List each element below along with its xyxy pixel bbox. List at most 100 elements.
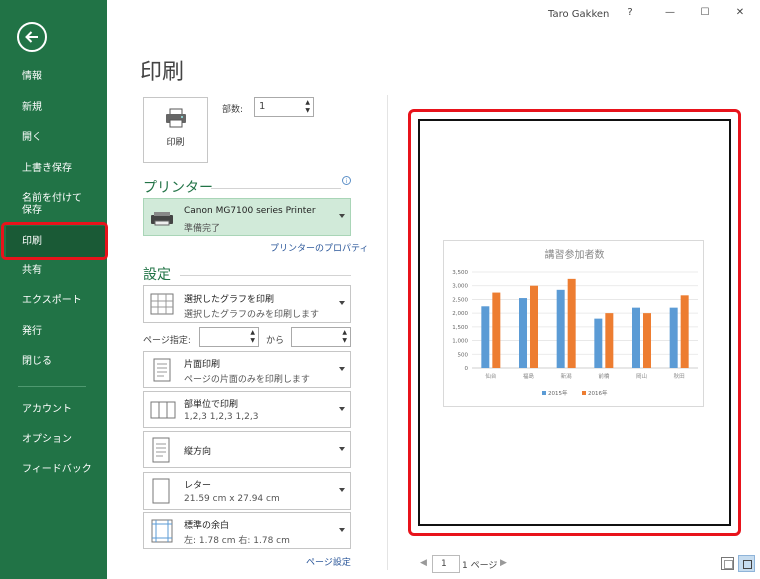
- chevron-down-icon: [339, 488, 345, 492]
- spin-down-icon[interactable]: ▼: [250, 338, 255, 344]
- spin-down-icon[interactable]: ▼: [342, 338, 347, 344]
- sidebar-item-publish[interactable]: 発行: [0, 326, 107, 338]
- user-name[interactable]: Taro Gakken: [548, 9, 609, 20]
- minimize-button[interactable]: —: [660, 5, 680, 21]
- copies-stepper[interactable]: 1 ▲ ▼: [254, 97, 314, 117]
- setting-detail: 21.59 cm x 27.94 cm: [184, 494, 280, 504]
- sidebar-item-account[interactable]: アカウント: [0, 404, 107, 416]
- bar: [643, 313, 651, 368]
- setting-title: 縦方向: [184, 447, 212, 457]
- y-tick-label: 500: [458, 352, 469, 358]
- page-total: 1 ページ: [462, 561, 498, 571]
- page-title: 印刷: [140, 60, 185, 85]
- copies-value: 1: [259, 101, 266, 112]
- setting-title: 部単位で印刷: [184, 400, 239, 410]
- sidebar-item-save[interactable]: 上書き保存: [0, 163, 107, 175]
- bar: [492, 292, 501, 368]
- spin-down-icon[interactable]: ▼: [305, 108, 310, 114]
- legend-swatch: [542, 391, 546, 395]
- sidebar-item-share[interactable]: 共有: [0, 265, 107, 277]
- section-divider: [211, 188, 341, 189]
- legend-label: 2015年: [548, 389, 568, 397]
- sidebar-item-save-as[interactable]: 名前を付けて保存: [0, 193, 84, 217]
- backstage-sidebar: 情報 新規 開く 上書き保存 名前を付けて保存 印刷 共有 エクスポート 発行 …: [0, 0, 107, 579]
- chevron-down-icon: [339, 446, 345, 451]
- sidebar-separator: [18, 386, 86, 387]
- sides-dropdown[interactable]: 片面印刷 ページの片面のみを印刷します: [143, 351, 351, 388]
- info-icon[interactable]: i: [342, 176, 351, 185]
- sidebar-item-open[interactable]: 開く: [0, 132, 107, 144]
- margins-icon: [151, 519, 173, 542]
- orientation-dropdown[interactable]: 縦方向: [143, 431, 351, 468]
- y-tick-label: 0: [465, 366, 469, 372]
- setting-title: レター: [184, 481, 212, 491]
- help-button[interactable]: ?: [620, 5, 640, 21]
- x-tick-label: 秋田: [674, 372, 685, 380]
- collate-icon: [150, 401, 176, 418]
- bar: [680, 295, 689, 368]
- chevron-down-icon: [339, 527, 345, 532]
- y-tick-label: 3,000: [452, 284, 468, 290]
- printer-properties-link[interactable]: プリンターのプロパティ: [270, 241, 368, 254]
- sidebar-item-feedback[interactable]: フィードバック: [0, 464, 107, 476]
- sidebar-item-export[interactable]: エクスポート: [0, 295, 107, 307]
- back-button[interactable]: [17, 22, 47, 52]
- paper-size-dropdown[interactable]: レター 21.59 cm x 27.94 cm: [143, 472, 351, 510]
- show-margins-icon[interactable]: [721, 557, 734, 570]
- sidebar-item-options[interactable]: オプション: [0, 434, 107, 446]
- print-button[interactable]: 印刷: [143, 97, 208, 163]
- next-page-icon[interactable]: ▶: [500, 558, 507, 568]
- x-tick-label: 新潟: [561, 372, 573, 380]
- paper-icon: [152, 478, 170, 504]
- zoom-to-page-icon[interactable]: [738, 555, 755, 572]
- sidebar-item-close[interactable]: 閉じる: [0, 356, 107, 368]
- bar: [594, 318, 603, 368]
- printer-device-icon: [151, 212, 173, 226]
- single-page-icon: [153, 358, 171, 381]
- printer-name: Canon MG7100 series Printer: [184, 206, 316, 216]
- bar: [605, 313, 614, 368]
- legend-label: 2016年: [588, 389, 608, 397]
- setting-title: 片面印刷: [184, 360, 221, 370]
- legend-swatch: [582, 391, 586, 395]
- collation-dropdown[interactable]: 部単位で印刷 1,2,3 1,2,3 1,2,3: [143, 391, 351, 428]
- previous-page-icon[interactable]: ◀: [420, 558, 427, 568]
- print-scope-dropdown[interactable]: 選択したグラフを印刷 選択したグラフのみを印刷します: [143, 285, 351, 323]
- chart-title: 講習参加者数: [545, 248, 605, 261]
- page-number-input[interactable]: 1: [432, 555, 460, 573]
- bar-chart: 講習参加者数 0 500 1,000 1,500 2,000 2,500 3,000 3,50…: [452, 248, 698, 397]
- x-tick-label: 福島: [523, 372, 535, 380]
- bar: [481, 306, 490, 368]
- maximize-button[interactable]: ☐: [695, 5, 715, 21]
- page-from-input[interactable]: ▲ ▼: [199, 327, 259, 347]
- section-divider: [180, 275, 351, 276]
- y-tick-label: 2,500: [452, 297, 468, 303]
- x-tick-label: 仙台: [485, 372, 497, 380]
- chevron-down-icon: [339, 214, 345, 218]
- y-tick-label: 1,000: [452, 339, 468, 345]
- sidebar-item-info[interactable]: 情報: [0, 71, 107, 83]
- x-tick-label: 前橋: [598, 372, 610, 380]
- bar: [519, 298, 527, 368]
- settings-section-title: 設定: [143, 267, 171, 283]
- chevron-down-icon: [339, 366, 345, 371]
- bar: [556, 289, 565, 368]
- y-tick-label: 1,500: [452, 325, 468, 331]
- panel-divider: [387, 95, 388, 570]
- page-setup-link[interactable]: ページ設定: [306, 555, 351, 568]
- setting-detail: 選択したグラフのみを印刷します: [184, 310, 320, 320]
- spin-up-icon[interactable]: ▲: [305, 100, 310, 106]
- setting-title: 標準の余白: [184, 521, 230, 531]
- grid-icon: [150, 293, 174, 315]
- back-arrow-icon: [25, 31, 38, 43]
- spin-up-icon[interactable]: ▲: [342, 330, 347, 336]
- close-button[interactable]: ✕: [730, 5, 750, 21]
- printer-dropdown[interactable]: Canon MG7100 series Printer 準備完了: [143, 198, 351, 236]
- printer-status: 準備完了: [184, 224, 221, 234]
- margins-dropdown[interactable]: 標準の余白 左: 1.78 cm 右: 1.78 cm: [143, 512, 351, 549]
- sidebar-item-new[interactable]: 新規: [0, 102, 107, 114]
- spin-up-icon[interactable]: ▲: [250, 330, 255, 336]
- setting-detail: ページの片面のみを印刷します: [184, 375, 310, 385]
- setting-detail: 1,2,3 1,2,3 1,2,3: [184, 412, 259, 422]
- page-to-input[interactable]: ▲ ▼: [291, 327, 351, 347]
